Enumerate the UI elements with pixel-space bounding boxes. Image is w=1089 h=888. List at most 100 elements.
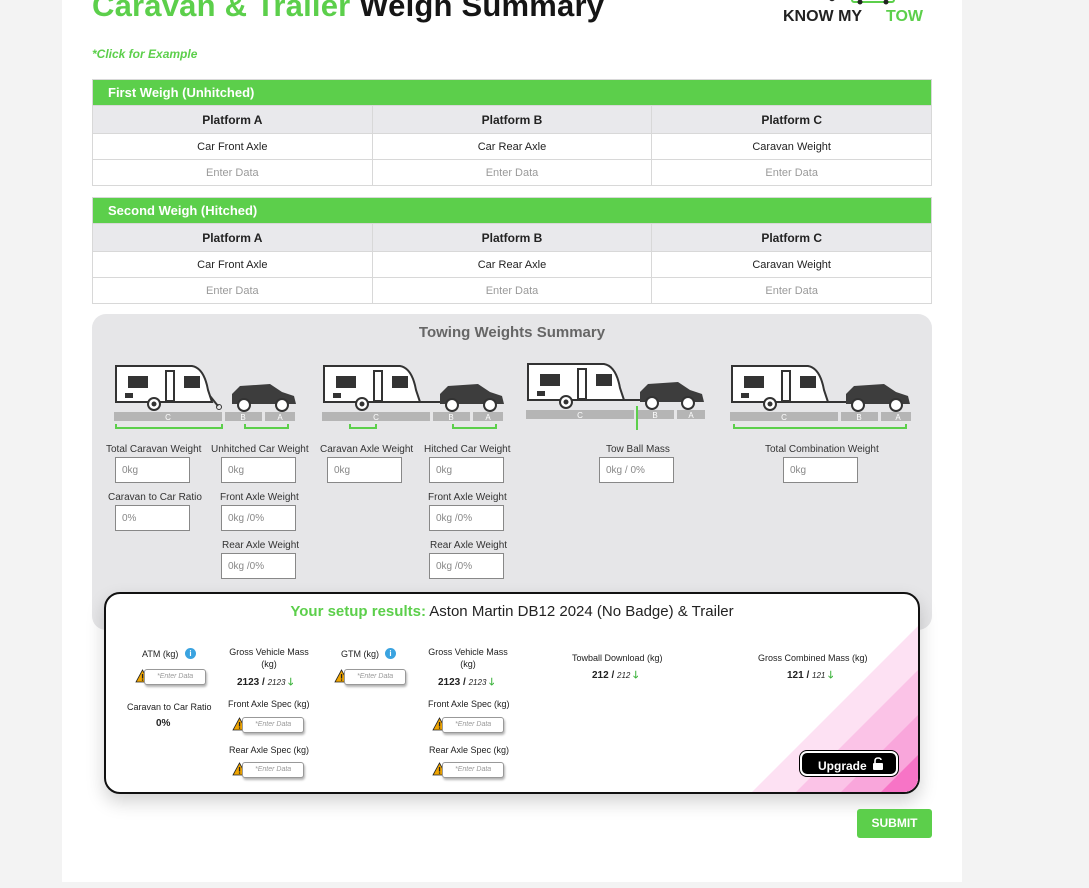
- pink-corner-decoration: [752, 626, 918, 792]
- first-weigh-table: First Weigh (Unhitched) Platform A Platf…: [92, 79, 932, 186]
- platform-a-header: Platform A: [92, 105, 373, 134]
- rear-axle-spec-hitched-input[interactable]: *Enter Data: [442, 762, 504, 778]
- upgrade-button[interactable]: Upgrade: [800, 751, 898, 776]
- hitched-car-weight-label: Hitched Car Weight: [424, 444, 511, 455]
- atm-input[interactable]: *Enter Data: [144, 669, 206, 685]
- caravan-to-car-ratio-label: Caravan to Car Ratio: [108, 492, 202, 503]
- car-front-axle-label: Car Front Axle: [92, 133, 373, 160]
- second-caravan-weight-input[interactable]: Enter Data: [651, 277, 932, 304]
- page-title: Caravan & Trailer Weigh Summary: [92, 0, 604, 24]
- platform-c-header: Platform C: [651, 223, 932, 252]
- first-caravan-weight-input[interactable]: Enter Data: [651, 159, 932, 186]
- arrow-down-icon: 🡓: [828, 670, 834, 681]
- caravan-axle-diagram: C B A: [322, 365, 504, 429]
- separator: /: [262, 677, 265, 688]
- setup-results-panel: Your setup results: Aston Martin DB12 20…: [104, 592, 920, 794]
- gtm-input[interactable]: *Enter Data: [344, 669, 406, 685]
- rear-axle-spec-input[interactable]: *Enter Data: [242, 762, 304, 778]
- caravan-unhitched-diagram: C B A: [114, 365, 296, 429]
- rear-axle-spec-label: Rear Axle Spec (kg): [229, 745, 310, 755]
- front-axle-spec-hitched-input[interactable]: *Enter Data: [442, 717, 504, 733]
- total-caravan-weight-label: Total Caravan Weight: [106, 444, 202, 455]
- hitched-front-axle-field: 0kg /0%: [429, 505, 504, 531]
- platform-a-letter: A: [688, 411, 694, 420]
- first-car-rear-axle-input[interactable]: Enter Data: [371, 159, 653, 186]
- caravan-ratio-label: Caravan to Car Ratio: [127, 702, 212, 712]
- caravan-weight-label: Caravan Weight: [651, 133, 932, 160]
- gvm-value: 2123 / 2123 🡓: [237, 675, 293, 692]
- first-car-front-axle-input[interactable]: Enter Data: [92, 159, 373, 186]
- front-axle-spec-input[interactable]: *Enter Data: [242, 717, 304, 733]
- separator: /: [806, 670, 810, 681]
- caravan-to-car-ratio-field: 0%: [115, 505, 190, 531]
- unhitched-front-axle-label: Front Axle Weight: [220, 492, 299, 503]
- atm-label: ATM (kg): [142, 649, 179, 659]
- tow-ball-diagram: C B A: [526, 363, 705, 430]
- unhitched-rear-axle-field: 0kg /0%: [221, 553, 296, 579]
- hitched-rear-axle-field: 0kg /0%: [429, 553, 504, 579]
- unhitched-car-weight-field: 0kg: [221, 457, 296, 483]
- car-rear-axle-label: Car Rear Axle: [371, 133, 653, 160]
- vehicle-name: Aston Martin DB12 2024 (No Badge) & Trai…: [429, 603, 734, 620]
- second-weigh-title: Second Weigh (Hitched): [92, 197, 932, 224]
- gcm-current: 121: [787, 670, 804, 681]
- gcm-label: Gross Combined Mass (kg): [758, 653, 868, 663]
- caravan-ratio-value: 0%: [156, 718, 171, 729]
- gvm-spec: 2123: [267, 678, 286, 687]
- platform-c-letter: C: [781, 413, 787, 422]
- total-combination-weight-field: 0kg: [783, 457, 858, 483]
- car-front-axle-label: Car Front Axle: [92, 251, 373, 278]
- platform-b-header: Platform B: [371, 223, 653, 252]
- caravan-axle-weight-label: Caravan Axle Weight: [320, 444, 414, 455]
- gvm-hitched-value: 2123 / 2123 🡓: [438, 675, 494, 692]
- rear-axle-spec-label: Rear Axle Spec (kg): [429, 745, 510, 755]
- submit-button[interactable]: SUBMIT: [857, 809, 932, 838]
- unlock-icon: [873, 757, 883, 770]
- platform-b-letter: B: [448, 413, 453, 422]
- separator: /: [463, 677, 466, 688]
- platform-b-letter: B: [652, 411, 657, 420]
- arrow-down-icon: 🡓: [288, 677, 294, 688]
- total-caravan-weight-field: 0kg: [115, 457, 190, 483]
- first-weigh-title: First Weigh (Unhitched): [92, 79, 932, 106]
- car-rear-axle-label: Car Rear Axle: [371, 251, 653, 278]
- atm-info-icon[interactable]: i: [185, 648, 196, 659]
- towball-download-label: Towball Download (kg): [572, 653, 663, 663]
- example-link[interactable]: *Click for Example: [92, 47, 197, 61]
- platform-a-letter: A: [485, 413, 491, 422]
- towball-current: 212: [592, 670, 609, 681]
- gtm-label: GTM (kg): [341, 649, 379, 659]
- unhitched-front-axle-field: 0kg /0%: [221, 505, 296, 531]
- platform-a-letter: A: [895, 413, 901, 422]
- gcm-value: 121 / 121 🡓: [787, 668, 833, 685]
- platform-c-header: Platform C: [651, 105, 932, 134]
- gtm-info-icon[interactable]: i: [385, 648, 396, 659]
- total-combination-weight-label: Total Combination Weight: [765, 444, 879, 455]
- platform-a-letter: A: [277, 413, 283, 422]
- towball-spec: 212: [617, 671, 631, 680]
- gcm-spec: 121: [812, 671, 826, 680]
- arrow-down-icon: 🡓: [489, 677, 495, 688]
- hitched-rear-axle-label: Rear Axle Weight: [430, 540, 508, 551]
- second-car-front-axle-input[interactable]: Enter Data: [92, 277, 373, 304]
- upgrade-label: Upgrade: [818, 759, 867, 773]
- total-combination-diagram: C B A: [730, 365, 911, 429]
- platform-c-letter: C: [373, 413, 379, 422]
- summary-title: Towing Weights Summary: [418, 324, 606, 341]
- hitched-front-axle-label: Front Axle Weight: [428, 492, 507, 503]
- second-car-rear-axle-input[interactable]: Enter Data: [371, 277, 653, 304]
- platform-a-header: Platform A: [92, 223, 373, 252]
- gvm-hitched-spec: 2123: [468, 678, 487, 687]
- front-axle-spec-label: Front Axle Spec (kg): [228, 699, 310, 709]
- platform-b-letter: B: [240, 413, 245, 422]
- platform-c-letter: C: [165, 413, 171, 422]
- logo-text-know-my: KNOW MY: [783, 8, 862, 24]
- unhitched-car-weight-label: Unhitched Car Weight: [211, 444, 309, 455]
- know-my-tow-logo: KNOW MY TOW: [783, 0, 924, 24]
- gvm-hitched-label: Gross Vehicle Mass (kg): [428, 647, 508, 669]
- tow-ball-mass-label: Tow Ball Mass: [606, 444, 670, 455]
- caravan-axle-weight-field: 0kg: [327, 457, 402, 483]
- towball-download-value: 212 / 212 🡓: [592, 668, 638, 685]
- arrow-down-icon: 🡓: [633, 670, 639, 681]
- front-axle-spec-label: Front Axle Spec (kg): [428, 699, 510, 709]
